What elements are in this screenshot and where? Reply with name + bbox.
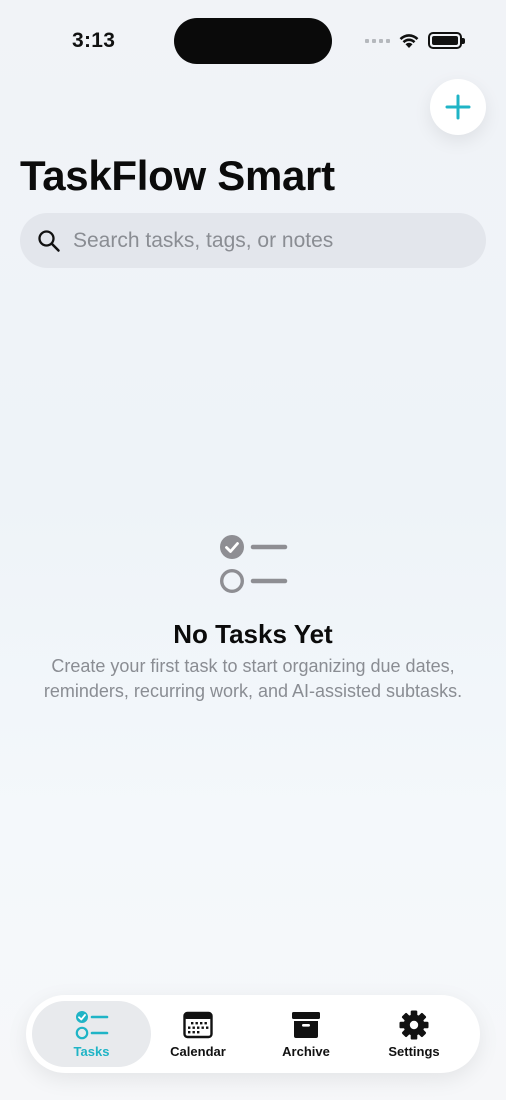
empty-state-description: Create your first task to start organizi… (43, 656, 463, 701)
calendar-icon (181, 1010, 215, 1040)
tab-label: Tasks (73, 1043, 110, 1059)
search-bar[interactable] (20, 213, 486, 268)
status-icons (365, 32, 465, 49)
search-input[interactable] (73, 228, 486, 253)
checklist-icon (219, 535, 288, 594)
tab-archive[interactable]: Archive (252, 1001, 360, 1067)
add-task-button[interactable] (430, 79, 486, 135)
search-icon (38, 229, 60, 252)
archive-box-icon (289, 1010, 323, 1040)
gear-icon (397, 1010, 431, 1040)
checklist-icon (75, 1010, 109, 1040)
tab-settings[interactable]: Settings (360, 1001, 468, 1067)
tab-label: Archive (282, 1043, 330, 1059)
tab-bar: Tasks Calendar Archive Settings (26, 995, 480, 1073)
tab-label: Calendar (170, 1043, 226, 1059)
status-bar: 3:13 (0, 0, 506, 80)
empty-state-title: No Tasks Yet (173, 619, 333, 649)
status-time: 3:13 (72, 29, 116, 52)
cellular-signal-icon (365, 38, 390, 43)
page-title: TaskFlow Smart (20, 152, 335, 199)
tab-calendar[interactable]: Calendar (144, 1001, 252, 1067)
tab-label: Settings (388, 1043, 440, 1059)
wifi-icon (399, 34, 419, 48)
dynamic-island (174, 18, 332, 64)
battery-icon (428, 32, 465, 49)
plus-icon (445, 94, 471, 120)
tab-tasks[interactable]: Tasks (32, 1001, 151, 1067)
